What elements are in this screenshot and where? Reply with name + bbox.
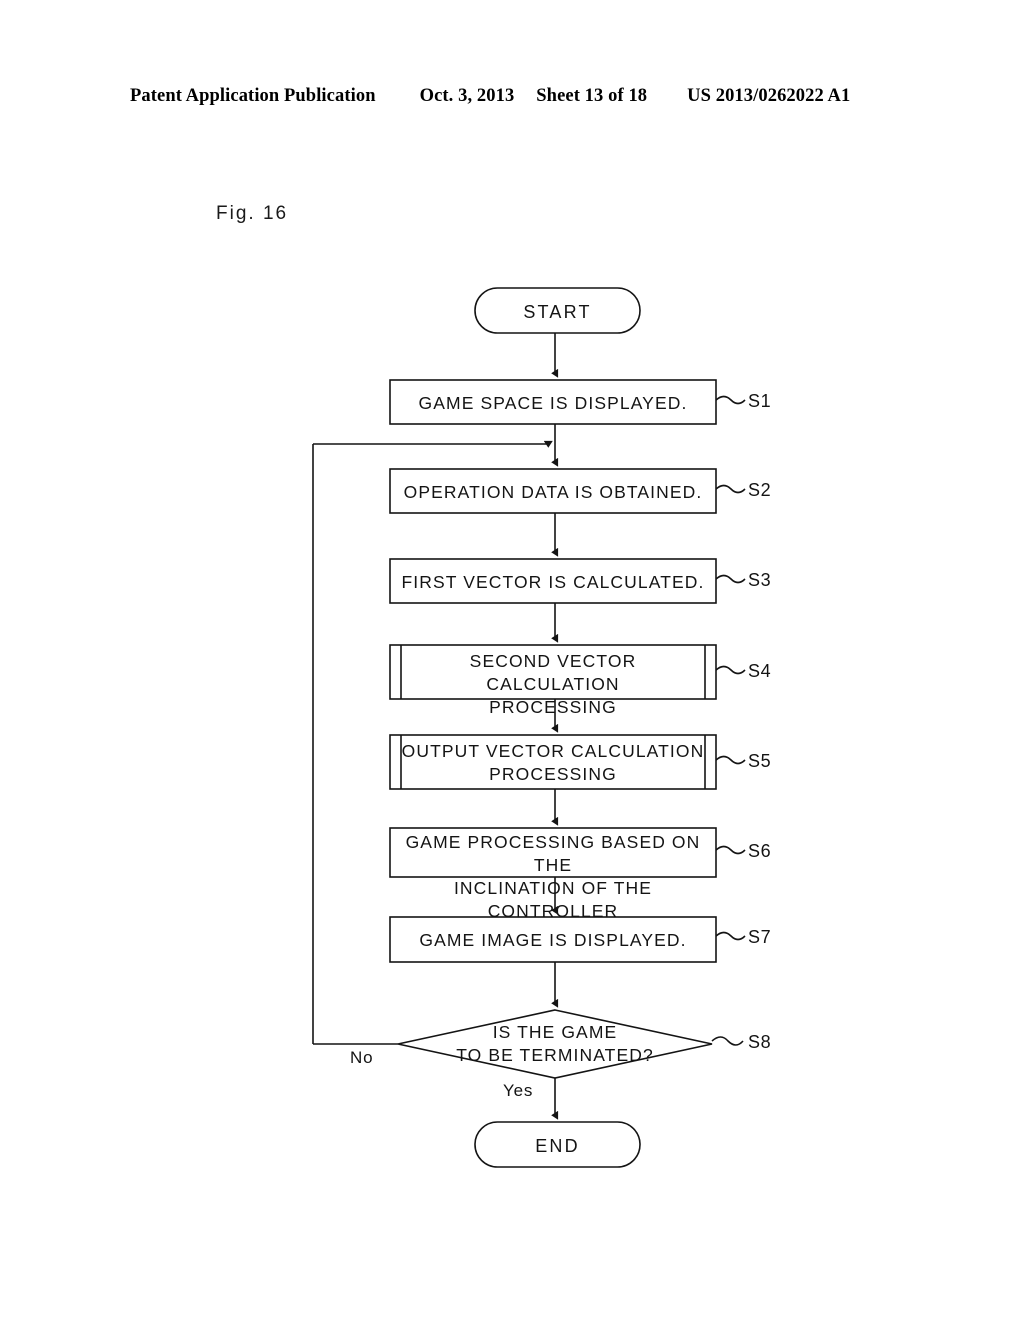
step-s4-shape [389, 644, 717, 700]
branch-label-yes: Yes [503, 1081, 534, 1100]
step-s6-shape [389, 827, 717, 878]
step-s2-shape [389, 468, 717, 514]
flowchart-diagram [312, 287, 746, 1168]
step-s8-shape [397, 1009, 713, 1079]
leader-s7 [715, 931, 746, 941]
leader-s6 [715, 845, 746, 855]
step-number-s5: S5 [748, 751, 772, 771]
step-number-s7: S7 [748, 927, 772, 947]
leader-s4 [715, 665, 746, 675]
step-number-s6: S6 [748, 841, 772, 861]
step-number-s4: S4 [748, 661, 772, 681]
step-s7-shape [389, 916, 717, 963]
step-number-s1: S1 [748, 391, 772, 411]
step-number-s2: S2 [748, 480, 772, 500]
start-terminal-shape [474, 287, 641, 334]
leader-s8 [711, 1036, 744, 1046]
leader-s2 [715, 484, 746, 494]
leader-s3 [715, 574, 746, 584]
branch-label-no: No [350, 1048, 374, 1067]
step-s3-shape [389, 558, 717, 604]
leader-s5 [715, 755, 746, 765]
step-number-s8: S8 [748, 1032, 772, 1052]
step-s5-shape [389, 734, 717, 790]
step-s1-shape [389, 379, 717, 425]
leader-s1 [715, 395, 746, 405]
end-terminal-shape [474, 1121, 641, 1168]
step-number-s3: S3 [748, 570, 772, 590]
